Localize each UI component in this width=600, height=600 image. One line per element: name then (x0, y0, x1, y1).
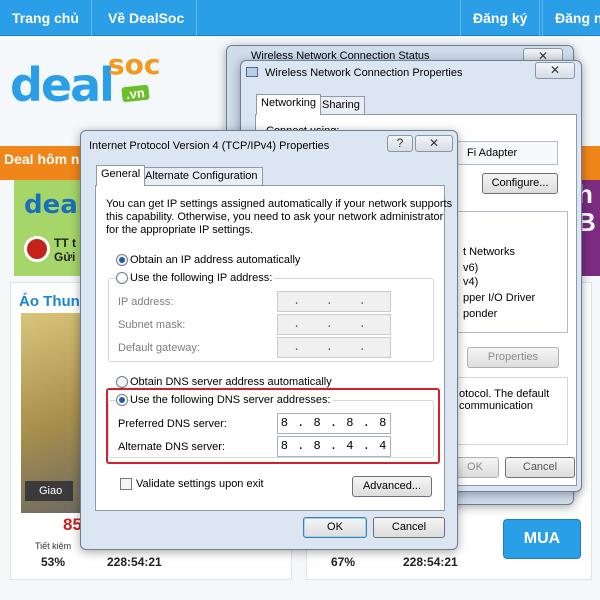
tab-sharing[interactable]: Sharing (317, 96, 365, 115)
ip-manual-label[interactable]: Use the following IP address: (130, 272, 275, 285)
properties-button[interactable]: Properties (467, 347, 559, 368)
validate-label[interactable]: Validate settings upon exit (136, 478, 264, 491)
ip-address-field[interactable]: . . . (277, 291, 391, 312)
logo-deal-text: deal (10, 58, 115, 112)
component-item[interactable]: ponder (463, 308, 497, 321)
save-percent: 53% (41, 555, 66, 569)
save-percent-2: 67% (331, 555, 356, 569)
logo-vn-badge: .vn (121, 84, 150, 103)
ipv4-dialog-title: Internet Protocol Version 4 (TCP/IPv4) P… (89, 140, 330, 152)
save-label: Tiết kiệm (35, 541, 72, 551)
nav-home-link[interactable]: Trang chủ (0, 0, 92, 36)
site-navbar: Trang chủ Về DealSoc Đăng ký Đăng n (0, 0, 600, 36)
subnet-mask-field[interactable]: . . . (277, 314, 391, 335)
promo-badge-icon (24, 236, 50, 262)
nav-login-link[interactable]: Đăng n (542, 0, 600, 36)
nav-register-link[interactable]: Đăng ký (460, 0, 541, 36)
help-button[interactable]: ? (387, 135, 413, 152)
promo-deal-text: deal (24, 190, 84, 220)
component-item[interactable]: v6) (463, 262, 478, 275)
component-item[interactable]: pper I/O Driver (463, 292, 535, 305)
deal-today-heading: Deal hôm na (0, 146, 90, 180)
cancel-button[interactable]: Cancel (373, 517, 445, 538)
ip-auto-radio[interactable] (116, 254, 128, 266)
tab-alternate-configuration[interactable]: Alternate Configuration (140, 167, 263, 186)
site-logo[interactable]: deal soc .vn (10, 48, 170, 122)
ip-address-label: IP address: (118, 296, 174, 308)
network-adapter-icon (246, 67, 258, 77)
component-item[interactable]: v4) (463, 276, 478, 289)
dns-highlight-box (106, 388, 440, 464)
ip-manual-radio[interactable] (116, 272, 128, 284)
nav-about-link[interactable]: Về DealSoc (96, 0, 198, 36)
tab-networking[interactable]: Networking (256, 94, 322, 115)
ip-auto-label[interactable]: Obtain an IP address automatically (130, 254, 300, 267)
promo-banner[interactable]: deal TT t Gửi (14, 180, 84, 276)
delivery-sticker: Giao (25, 481, 73, 501)
promo-text: TT t Gửi (54, 236, 76, 264)
countdown-timer: 228:54:21 (107, 555, 162, 569)
countdown-timer-2: 228:54:21 (403, 555, 458, 569)
default-gateway-field[interactable]: . . . (277, 337, 391, 358)
dns-auto-radio[interactable] (116, 376, 128, 388)
intro-text: You can get IP settings assigned automat… (106, 198, 453, 236)
props-ok-button[interactable]: OK (451, 457, 499, 478)
properties-dialog-title: Wireless Network Connection Properties (265, 67, 463, 79)
tab-general[interactable]: General (96, 165, 146, 186)
configure-button[interactable]: Configure... (482, 173, 558, 194)
validate-checkbox[interactable] (120, 478, 132, 490)
subnet-mask-label: Subnet mask: (118, 319, 186, 331)
buy-button[interactable]: MUA (503, 519, 581, 559)
advanced-button[interactable]: Advanced... (352, 476, 432, 497)
ipv4-close-button[interactable]: ✕ (415, 135, 453, 152)
ok-button[interactable]: OK (303, 517, 367, 538)
default-gateway-label: Default gateway: (118, 342, 200, 354)
properties-close-button[interactable]: ✕ (535, 62, 575, 79)
component-item[interactable]: t Networks (463, 246, 515, 259)
general-panel: You can get IP settings assigned automat… (95, 185, 452, 511)
description-line: communication (459, 400, 533, 412)
logo-soc-text: soc (108, 48, 161, 81)
props-cancel-button[interactable]: Cancel (505, 457, 575, 478)
adapter-name: Fi Adapter (467, 147, 518, 159)
ipv4-dialog: Internet Protocol Version 4 (TCP/IPv4) P… (80, 130, 458, 550)
